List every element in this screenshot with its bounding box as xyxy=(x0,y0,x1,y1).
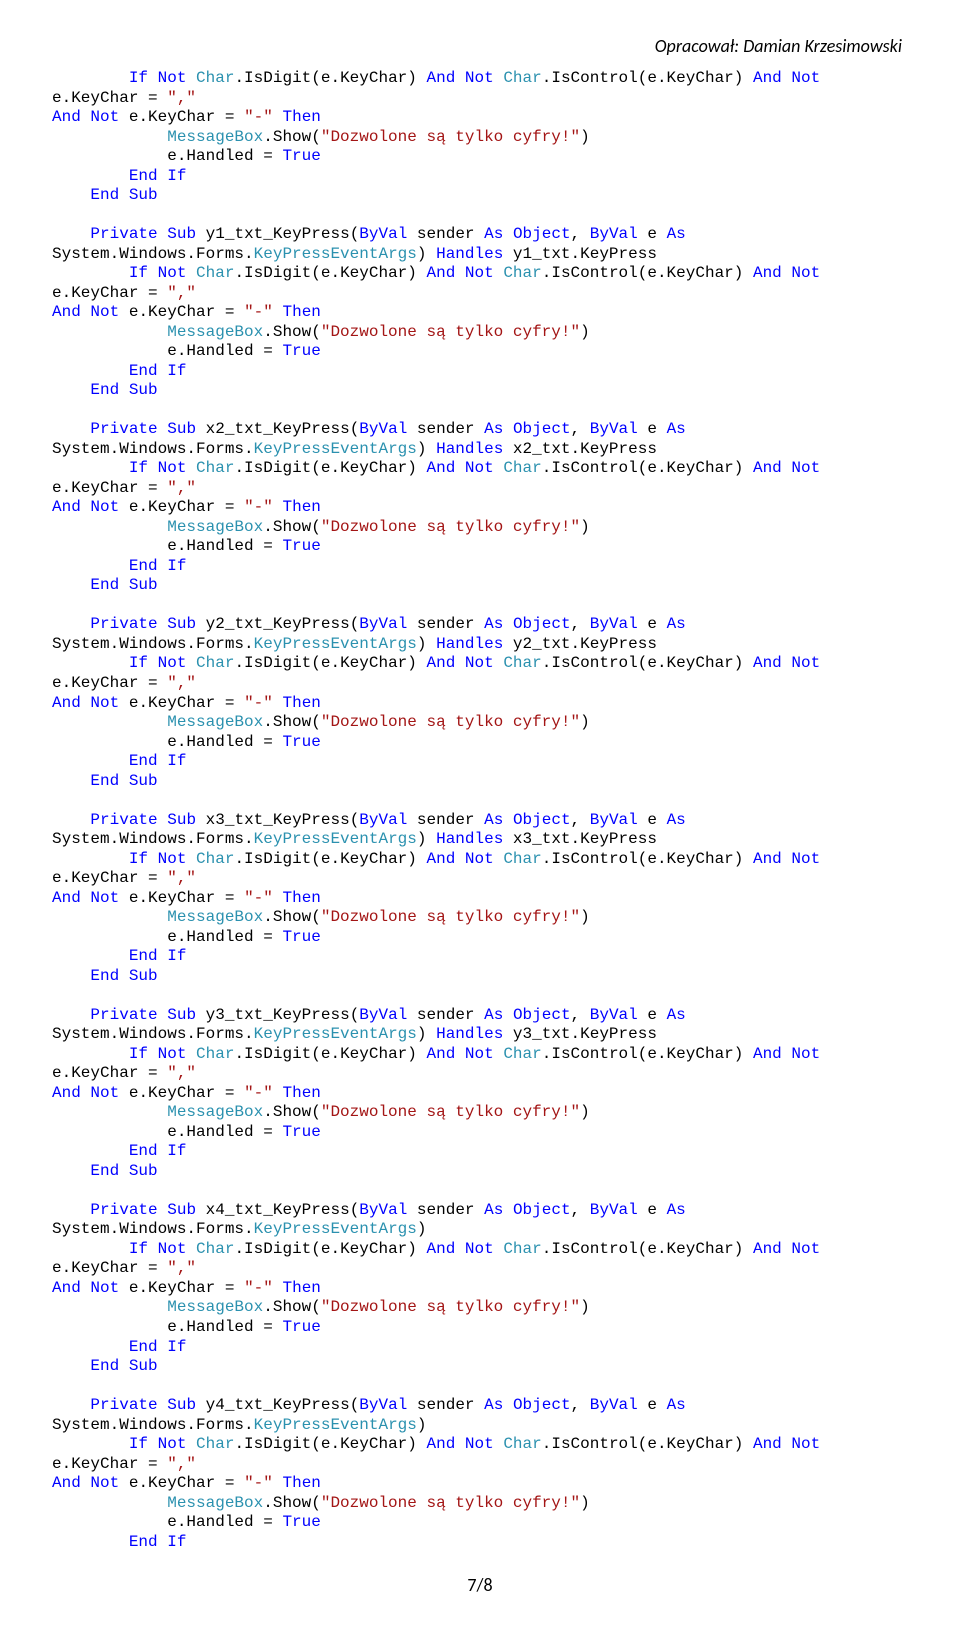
page: Opracował: Damian Krzesimowski If Not Ch… xyxy=(0,0,960,1626)
page-header: Opracował: Damian Krzesimowski xyxy=(52,35,908,57)
page-footer: 7/8 xyxy=(52,1574,908,1596)
code-block: If Not Char.IsDigit(e.KeyChar) And Not C… xyxy=(52,69,908,1552)
